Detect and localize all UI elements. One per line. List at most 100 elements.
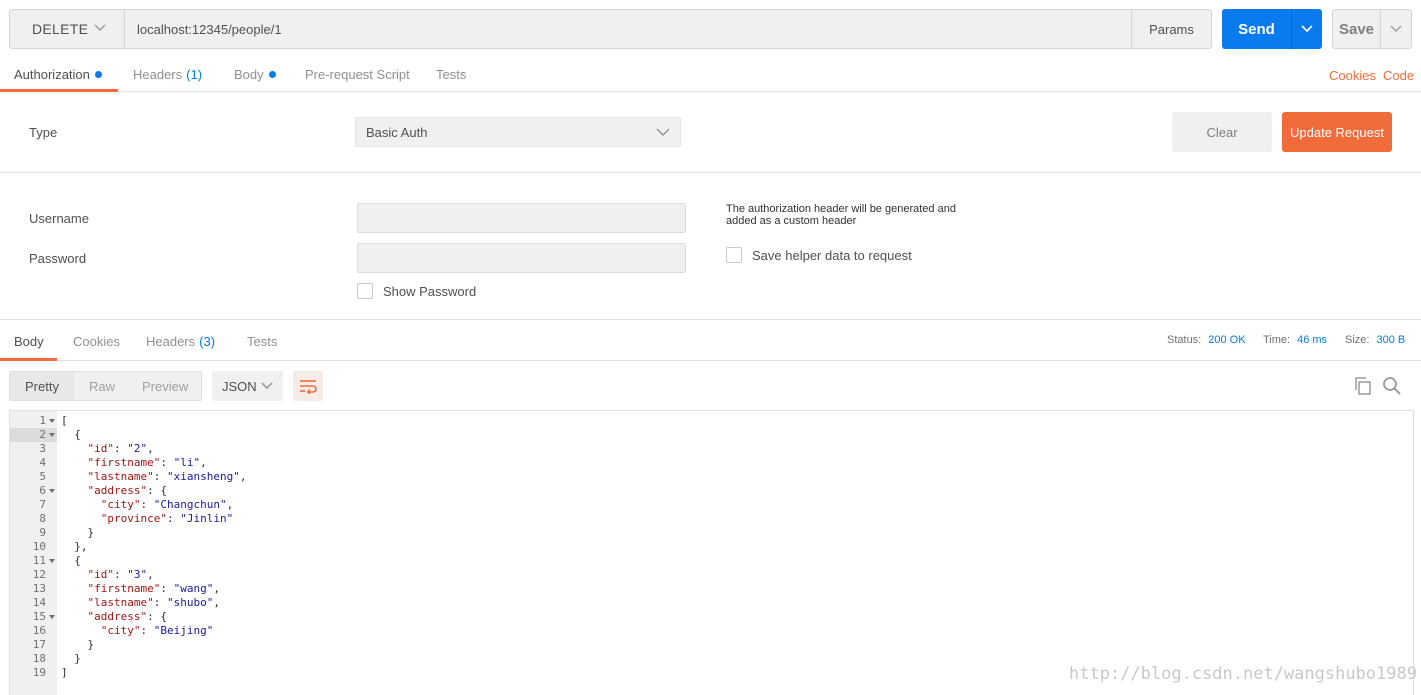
code-text: "address": { bbox=[87, 610, 167, 623]
code-line: 1[ bbox=[10, 414, 1413, 428]
line-number: 7 bbox=[39, 498, 46, 511]
tab-response-cookies[interactable]: Cookies bbox=[73, 321, 120, 361]
params-button[interactable]: Params bbox=[1131, 9, 1212, 49]
line-number: 9 bbox=[39, 526, 46, 539]
line-number: 12 bbox=[32, 568, 46, 581]
url-input[interactable]: localhost:12345/people/1 bbox=[125, 9, 1131, 49]
line-number: 10 bbox=[32, 540, 46, 553]
response-body-code[interactable]: 1[2 {3 "id": "2", 4 "firstname": "li", 5 "… bbox=[9, 410, 1414, 695]
auth-info-note: The authorization header will be generat… bbox=[726, 203, 986, 227]
fold-arrow-icon[interactable] bbox=[49, 559, 55, 563]
tab-response-body[interactable]: Body bbox=[14, 321, 44, 361]
time-value[interactable]: 46 ms bbox=[1297, 334, 1327, 346]
line-number: 13 bbox=[32, 582, 46, 595]
show-password-checkbox[interactable] bbox=[357, 283, 373, 299]
code-text: "province": "Jinlin" bbox=[100, 512, 234, 525]
line-number: 17 bbox=[32, 638, 46, 651]
response-tabs: Body Cookies Headers (3) Tests Status: 2… bbox=[0, 321, 1421, 361]
code-line: 4 "firstname": "li", bbox=[10, 456, 1413, 470]
time-label: Time: bbox=[1263, 334, 1291, 346]
cookies-link[interactable]: Cookies bbox=[1329, 56, 1376, 94]
auth-credentials-section: Username Password Show Password The auth… bbox=[0, 174, 1421, 320]
code-text: ] bbox=[61, 666, 68, 679]
save-button[interactable]: Save bbox=[1332, 9, 1381, 49]
username-field[interactable] bbox=[357, 203, 686, 233]
update-request-button[interactable]: Update Request bbox=[1282, 112, 1392, 152]
status-value[interactable]: 200 OK bbox=[1208, 334, 1245, 346]
copy-icon[interactable] bbox=[1353, 376, 1373, 399]
method-label: DELETE bbox=[32, 21, 89, 37]
password-field[interactable] bbox=[357, 243, 686, 273]
chevron-down-icon bbox=[1390, 25, 1402, 33]
auth-type-select[interactable]: Basic Auth bbox=[355, 117, 681, 147]
code-text: { bbox=[61, 554, 81, 567]
code-line: 17 } bbox=[10, 638, 1413, 652]
send-button[interactable]: Send bbox=[1222, 9, 1291, 49]
code-link[interactable]: Code bbox=[1383, 56, 1414, 94]
auth-type-value: Basic Auth bbox=[366, 124, 428, 140]
modified-dot-icon bbox=[94, 70, 102, 78]
code-text: } bbox=[61, 652, 81, 665]
code-line: 10 }, bbox=[10, 540, 1413, 554]
type-label: Type bbox=[29, 125, 58, 140]
code-line: 3 "id": "2", bbox=[10, 442, 1413, 456]
fold-arrow-icon[interactable] bbox=[49, 433, 55, 437]
password-label: Password bbox=[29, 251, 87, 266]
send-options-button[interactable] bbox=[1291, 9, 1322, 49]
save-helper-label: Save helper data to request bbox=[752, 248, 912, 263]
code-line: 12 "id": "3", bbox=[10, 568, 1413, 582]
line-number: 4 bbox=[39, 456, 46, 469]
code-text: } bbox=[61, 526, 95, 539]
tab-pre-request-script[interactable]: Pre-request Script bbox=[305, 56, 410, 92]
time-info: Time: 46 ms bbox=[1263, 321, 1327, 359]
tab-label: Pre-request Script bbox=[305, 66, 410, 82]
fold-arrow-icon[interactable] bbox=[49, 419, 55, 423]
line-number: 19 bbox=[32, 666, 46, 679]
status-info: Status: 200 OK bbox=[1167, 321, 1246, 359]
fold-arrow-icon[interactable] bbox=[49, 489, 55, 493]
active-tab-indicator bbox=[0, 358, 57, 361]
raw-button[interactable]: Raw bbox=[89, 372, 115, 400]
code-line: 13 "firstname": "wang", bbox=[10, 582, 1413, 596]
wrap-lines-icon bbox=[300, 380, 317, 394]
pretty-button[interactable]: Pretty bbox=[25, 372, 59, 400]
code-line: 15 "address": { bbox=[10, 610, 1413, 624]
search-icon[interactable] bbox=[1382, 376, 1402, 399]
tab-body[interactable]: Body bbox=[234, 56, 276, 92]
line-number: 3 bbox=[39, 442, 46, 455]
chevron-down-icon bbox=[1301, 25, 1313, 33]
code-text: "id": "3", bbox=[87, 568, 154, 581]
line-number: 16 bbox=[32, 624, 46, 637]
code-text: [ bbox=[61, 414, 68, 427]
save-options-button[interactable] bbox=[1381, 9, 1412, 49]
format-select[interactable]: JSON bbox=[212, 371, 283, 401]
wrap-lines-button[interactable] bbox=[293, 371, 323, 401]
preview-button[interactable]: Preview bbox=[142, 372, 188, 400]
tab-label: Body bbox=[234, 66, 264, 82]
code-text: "id": "2", bbox=[87, 442, 154, 455]
tab-authorization[interactable]: Authorization bbox=[14, 56, 102, 92]
save-helper-checkbox[interactable] bbox=[726, 247, 742, 263]
code-text: "firstname": "li", bbox=[87, 456, 207, 469]
tab-tests[interactable]: Tests bbox=[436, 56, 466, 92]
tab-label: Tests bbox=[436, 66, 467, 82]
method-select[interactable]: DELETE bbox=[9, 9, 125, 49]
headers-count: (1) bbox=[186, 66, 203, 82]
tab-response-tests[interactable]: Tests bbox=[247, 321, 277, 361]
tab-label: Headers bbox=[133, 66, 183, 82]
chevron-down-icon bbox=[656, 128, 670, 136]
code-text: { bbox=[61, 428, 81, 441]
tab-response-headers[interactable]: Headers (3) bbox=[146, 321, 215, 361]
auth-note-line: added as a custom header bbox=[726, 215, 857, 227]
watermark: http://blog.csdn.net/wangshubo1989 bbox=[1069, 664, 1417, 684]
code-line: 8 "province": "Jinlin" bbox=[10, 512, 1413, 526]
view-mode-group: Pretty Raw Preview bbox=[9, 371, 202, 401]
code-text: "city": "Changchun", bbox=[100, 498, 234, 511]
code-text: "city": "Beijing" bbox=[100, 624, 214, 637]
username-label: Username bbox=[29, 211, 89, 226]
code-text: "lastname": "shubo", bbox=[87, 596, 220, 609]
tab-headers[interactable]: Headers (1) bbox=[133, 56, 202, 92]
fold-arrow-icon[interactable] bbox=[49, 615, 55, 619]
size-value[interactable]: 300 B bbox=[1376, 334, 1405, 346]
clear-button[interactable]: Clear bbox=[1172, 112, 1272, 152]
